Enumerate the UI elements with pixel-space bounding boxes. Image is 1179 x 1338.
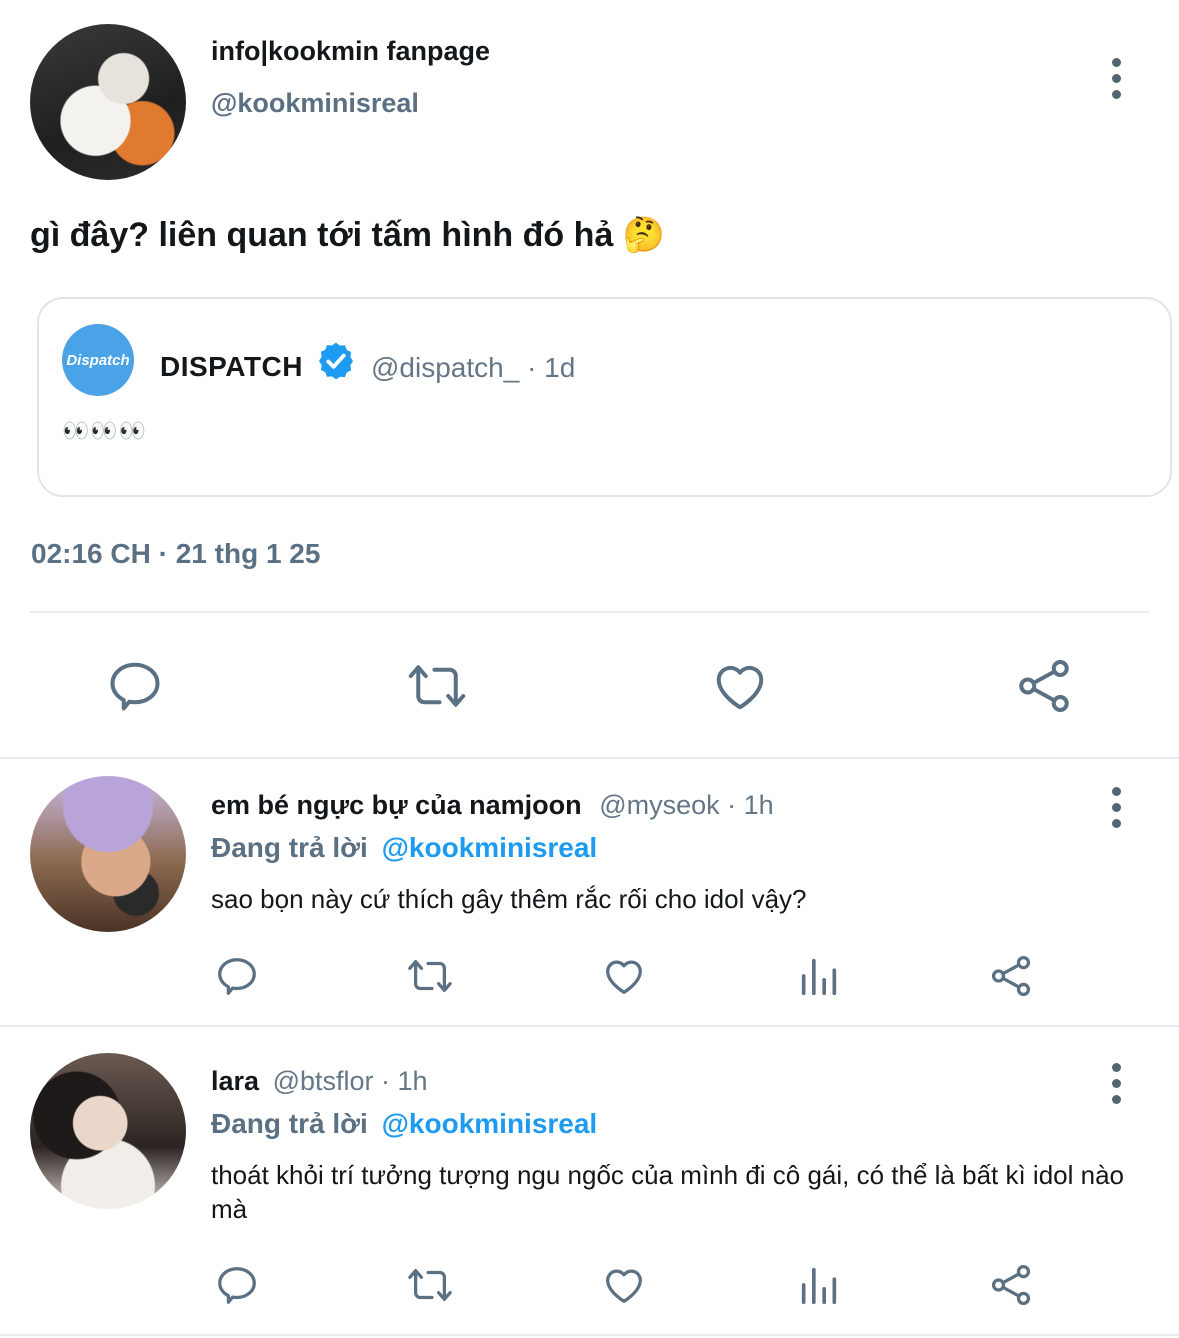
reply-text: thoát khỏi trí tưởng tượng ngu ngốc của … xyxy=(211,1160,1125,1224)
quoted-tweet-card[interactable] xyxy=(37,297,1172,497)
tweet-timestamp[interactable]: 02:16 CH · 21 thg 1 25 xyxy=(31,538,320,570)
quoted-avatar: Dispatch xyxy=(62,324,134,396)
reply-text: sao bọn này cứ thích gây thêm rắc rối ch… xyxy=(211,884,807,914)
author-handle[interactable]: @kookminisreal xyxy=(211,88,419,119)
tweet-text: gì đây? liên quan tới tấm hình đó hả 🤔 xyxy=(30,216,666,254)
reply-avatar[interactable] xyxy=(30,1053,186,1209)
like-icon[interactable] xyxy=(710,656,770,716)
share-icon[interactable] xyxy=(1014,656,1074,716)
divider xyxy=(0,1334,1179,1336)
reply-header[interactable]: lara @btsflor · 1h xyxy=(211,1066,428,1097)
replying-handle[interactable]: @kookminisreal xyxy=(382,832,598,863)
like-icon[interactable] xyxy=(601,953,647,999)
replying-label: Đang trả lời xyxy=(211,1108,368,1139)
share-icon[interactable] xyxy=(988,1262,1034,1308)
author-avatar[interactable] xyxy=(30,24,186,180)
share-icon[interactable] xyxy=(988,953,1034,999)
reply-author-name[interactable]: lara xyxy=(211,1066,259,1096)
more-options-icon[interactable] xyxy=(1110,58,1122,99)
replying-to: Đang trả lời @kookminisreal xyxy=(211,832,597,864)
divider xyxy=(0,1025,1179,1027)
reply-icon[interactable] xyxy=(214,1262,260,1308)
divider xyxy=(0,757,1179,759)
reply-author-name[interactable]: em bé ngực bự của namjoon xyxy=(211,790,582,820)
more-options-icon[interactable] xyxy=(1110,787,1122,828)
retweet-icon[interactable] xyxy=(404,656,470,716)
analytics-icon[interactable] xyxy=(796,953,842,999)
divider xyxy=(30,611,1149,613)
author-name[interactable]: info|kookmin fanpage xyxy=(211,36,490,67)
verified-badge-icon xyxy=(319,342,353,380)
replying-to: Đang trả lời @kookminisreal xyxy=(211,1108,597,1140)
reply-avatar[interactable] xyxy=(30,776,186,932)
retweet-icon[interactable] xyxy=(404,1262,456,1308)
replying-handle[interactable]: @kookminisreal xyxy=(382,1108,598,1139)
quoted-text: 👀👀👀 xyxy=(62,418,148,443)
reply-header[interactable]: em bé ngực bự của namjoon @myseok · 1h xyxy=(211,790,774,821)
reply-icon[interactable] xyxy=(105,656,165,716)
reply-icon[interactable] xyxy=(214,953,260,999)
retweet-icon[interactable] xyxy=(404,953,456,999)
quoted-meta: @dispatch_ · 1d xyxy=(371,352,576,383)
quoted-author-name: DISPATCH xyxy=(160,351,303,382)
reply-meta: @myseok · 1h xyxy=(599,790,774,820)
more-options-icon[interactable] xyxy=(1110,1063,1122,1104)
analytics-icon[interactable] xyxy=(796,1262,842,1308)
replying-label: Đang trả lời xyxy=(211,832,368,863)
reply-meta: @btsflor · 1h xyxy=(272,1066,428,1096)
like-icon[interactable] xyxy=(601,1262,647,1308)
